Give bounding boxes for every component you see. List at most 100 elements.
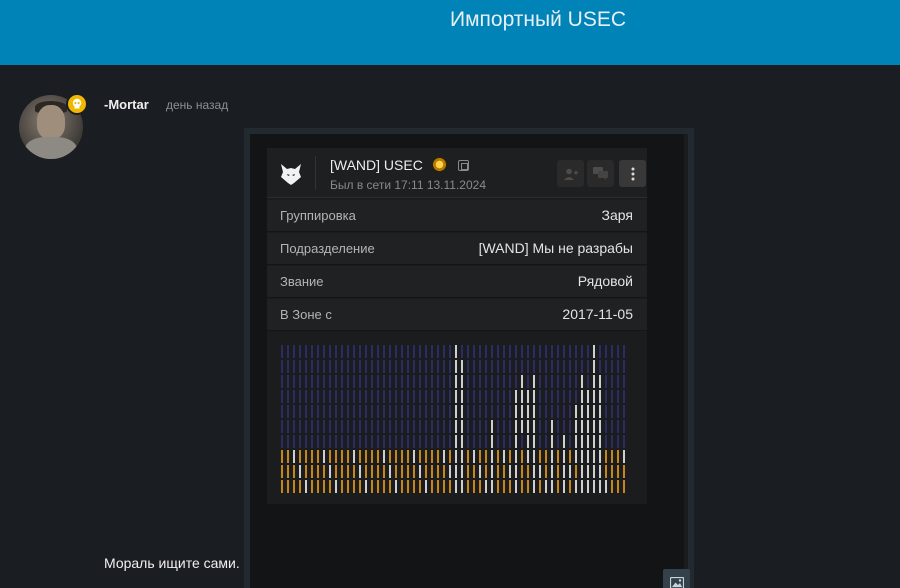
pattern-cell [623,360,625,373]
pattern-cell [515,390,517,403]
pattern-cell [401,405,403,418]
author-avatar[interactable] [19,93,88,159]
pattern-cell [383,435,385,448]
pattern-cell [581,435,583,448]
pattern-cell [485,480,487,493]
pattern-cell [413,435,415,448]
pattern-cell [317,480,319,493]
pattern-cell [443,465,445,478]
pattern-cell [467,360,469,373]
pattern-cell [593,465,595,478]
pattern-cell [431,390,433,403]
pattern-cell [401,435,403,448]
pattern-cell [335,405,337,418]
pattern-cell [521,360,523,373]
pattern-cell [341,465,343,478]
pattern-cell [533,390,535,403]
pattern-cell [299,480,301,493]
pattern-cell [575,390,577,403]
pattern-cell [587,360,589,373]
post-time[interactable]: день назад [166,98,228,112]
pattern-cell [557,390,559,403]
pattern-cell [515,480,517,493]
pattern-cell [329,360,331,373]
pattern-cell [545,450,547,463]
pattern-cell [521,450,523,463]
pattern-cell [605,450,607,463]
pattern-cell [599,375,601,388]
pattern-cell [605,480,607,493]
pattern-cell [503,465,505,478]
message-button[interactable] [587,160,614,187]
pattern-cell [617,420,619,433]
pattern-cell [329,450,331,463]
pattern-cell [383,465,385,478]
pattern-cell [467,345,469,358]
pattern-cell [443,375,445,388]
pattern-cell [515,405,517,418]
pattern-cell [587,465,589,478]
author-name[interactable]: -Mortar [104,97,149,112]
pattern-cell [365,405,367,418]
pattern-cell [329,480,331,493]
pattern-cell [431,360,433,373]
pattern-cell [545,375,547,388]
more-options-button[interactable] [619,160,646,187]
pattern-cell [587,390,589,403]
post-text: Мораль ищите сами. [104,555,240,571]
view-image-button[interactable] [663,569,690,588]
pattern-cell [617,480,619,493]
pattern-cell [563,450,565,463]
pattern-cell [467,435,469,448]
pattern-cell [569,420,571,433]
pattern-cell [539,450,541,463]
pattern-cell [395,480,397,493]
pattern-cell [365,420,367,433]
pattern-cell [383,480,385,493]
pattern-cell [575,375,577,388]
pattern-cell [299,435,301,448]
pattern-cell [611,480,613,493]
pattern-cell [605,360,607,373]
add-friend-button[interactable] [557,160,584,187]
pattern-cell [281,435,283,448]
pattern-cell [377,420,379,433]
image-attachment[interactable]: [WAND] USEC Был в сети 17:11 13.11.2024 [244,128,694,588]
pattern-cell [575,345,577,358]
pattern-cell [437,420,439,433]
pattern-cell [575,450,577,463]
pattern-cell [569,390,571,403]
pattern-cell [293,480,295,493]
pattern-cell [521,345,523,358]
pattern-cell [599,465,601,478]
pattern-cell [347,405,349,418]
pattern-cell [521,390,523,403]
pattern-cell [287,360,289,373]
pattern-cell [347,360,349,373]
copy-icon[interactable] [458,160,469,171]
pattern-cell [539,360,541,373]
pattern-cell [323,345,325,358]
pattern-cell [353,375,355,388]
pattern-cell [389,405,391,418]
pattern-cell [395,420,397,433]
pattern-cell [431,375,433,388]
pattern-cell [365,435,367,448]
pattern-cell [557,375,559,388]
pattern-cell [317,450,319,463]
pattern-cell [407,345,409,358]
pattern-cell [491,390,493,403]
pattern-cell [383,360,385,373]
pattern-cell [533,435,535,448]
pattern-cell [359,435,361,448]
pattern-cell [563,360,565,373]
skull-badge-icon [66,93,88,115]
pattern-cell [317,375,319,388]
pattern-cell [509,375,511,388]
pattern-cell [293,360,295,373]
pattern-cell [605,345,607,358]
pattern-cell [479,405,481,418]
pattern-cell [503,345,505,358]
pattern-cell [341,360,343,373]
pattern-cell [311,405,313,418]
